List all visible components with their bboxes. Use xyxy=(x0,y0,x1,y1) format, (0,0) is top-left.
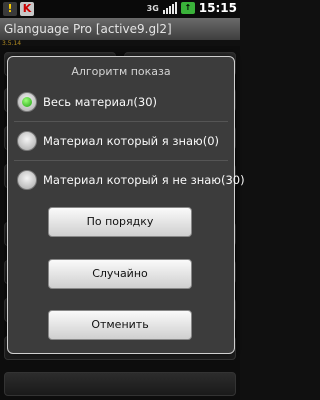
display-algorithm-dialog: Алгоритм показа Весь материал(30) Матери… xyxy=(7,56,245,354)
k-app-icon: K xyxy=(20,2,34,16)
background-button xyxy=(4,372,236,396)
dialog-title: Алгоритм показа xyxy=(71,65,171,78)
option-known-material[interactable]: Материал который я знаю(0) xyxy=(8,122,234,160)
status-bar: ! K 3G ↑ 15:15 xyxy=(0,0,240,18)
notification-icons: ! K xyxy=(3,2,34,16)
in-order-button[interactable]: По порядку xyxy=(48,207,192,237)
radio-unselected-icon[interactable] xyxy=(17,170,37,190)
status-right: 3G ↑ 15:15 xyxy=(147,1,237,15)
random-button[interactable]: Случайно xyxy=(48,259,192,289)
warning-icon: ! xyxy=(3,2,17,16)
option-label: Материал который я не знаю(30) xyxy=(43,173,245,187)
option-unknown-material[interactable]: Материал который я не знаю(30) xyxy=(8,161,245,199)
option-all-material[interactable]: Весь материал(30) xyxy=(8,83,234,121)
radio-selected-icon[interactable] xyxy=(17,92,37,112)
radio-unselected-icon[interactable] xyxy=(17,131,37,151)
signal-icon xyxy=(162,2,177,14)
cancel-button[interactable]: Отменить xyxy=(48,310,192,340)
clock: 15:15 xyxy=(198,1,237,15)
app-title: Glanguage Pro [active9.gl2] xyxy=(0,18,240,40)
network-type: 3G xyxy=(146,3,159,13)
option-label: Материал который я знаю(0) xyxy=(43,134,220,148)
battery-icon: ↑ xyxy=(180,2,195,14)
option-label: Весь материал(30) xyxy=(43,95,157,109)
